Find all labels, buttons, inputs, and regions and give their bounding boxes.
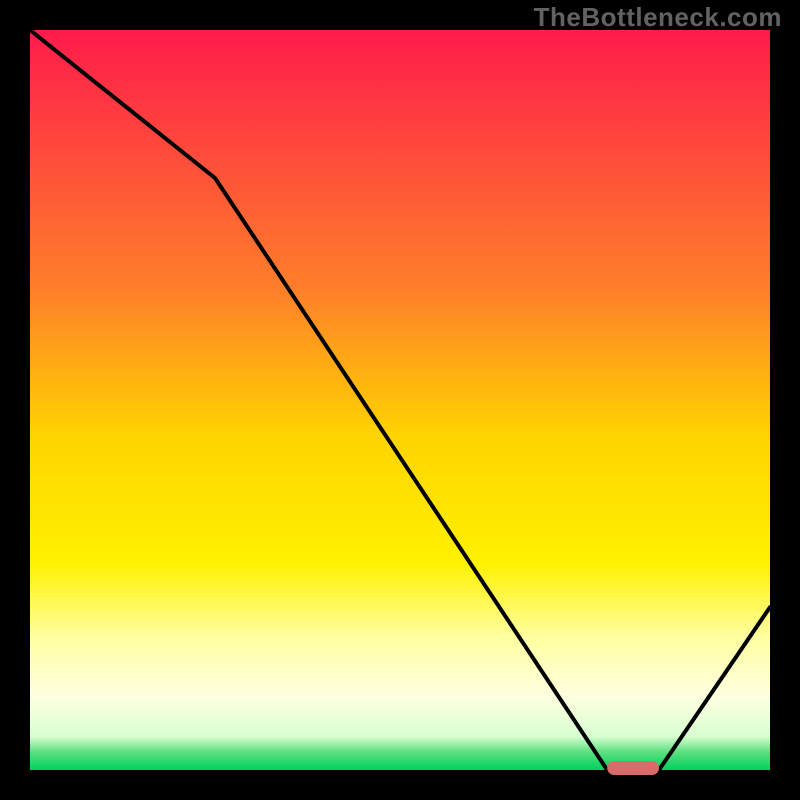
sweet-spot-marker <box>607 761 659 775</box>
bottleneck-chart: TheBottleneck.com <box>0 0 800 800</box>
chart-svg <box>0 0 800 800</box>
watermark-text: TheBottleneck.com <box>534 2 782 33</box>
plot-background <box>30 30 770 770</box>
